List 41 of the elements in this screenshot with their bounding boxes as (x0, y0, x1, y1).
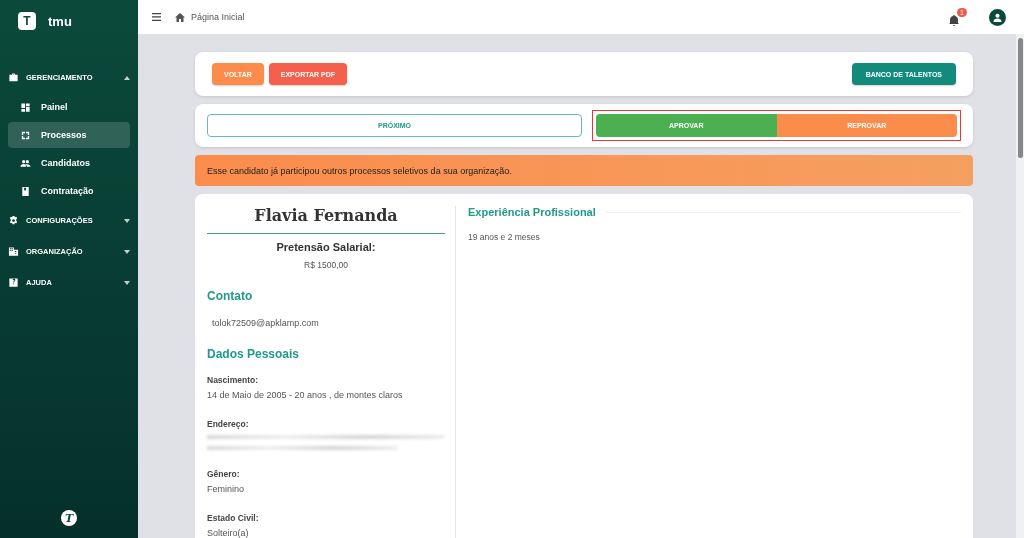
field-label: Estado Civil: (207, 513, 260, 523)
warning-alert: Esse candidato já participou outros processos seletivos da sua organização. (195, 155, 973, 186)
salary-label: Pretensão Salarial: (275, 241, 377, 253)
people-icon (20, 157, 31, 169)
sidebar-item[interactable]: Processos (8, 122, 130, 148)
field-value: Solteiro(a) (207, 528, 250, 538)
home-icon[interactable] (175, 12, 185, 22)
section-title: Experiência Profissional (468, 206, 596, 218)
section-title: Contato (207, 289, 254, 303)
breadcrumb-link[interactable]: Página Inicial (191, 12, 935, 22)
caret-icon (124, 218, 130, 223)
brand-name: tmu (48, 13, 72, 29)
scrollbar[interactable] (1016, 34, 1024, 538)
caret-icon (124, 280, 130, 285)
field-label: Nascimento: (207, 375, 259, 385)
caret-icon (124, 249, 130, 254)
field-value: Feminino (207, 484, 245, 494)
briefcase-icon (8, 72, 19, 83)
bell-icon (949, 15, 959, 26)
caret-icon (124, 75, 130, 80)
section-title: Dados Pessoais (207, 347, 301, 361)
logo-icon: T (18, 12, 36, 30)
candidate-name: Flavia Fernanda (207, 206, 445, 234)
sidebar-item[interactable]: Candidatos (8, 150, 130, 176)
sidebar-item[interactable]: Painel (8, 94, 130, 120)
building-icon (8, 246, 19, 257)
book-icon (20, 185, 31, 197)
logo-icon: T (61, 510, 77, 526)
field-label: Gênero: (207, 469, 241, 479)
salary-value: R$ 1500,00 (303, 260, 349, 270)
experience-value: 19 anos e 2 meses (468, 232, 541, 242)
field-value: 14 de Maio de 2005 - 20 anos , de montes claros (207, 390, 404, 400)
help-icon (8, 277, 19, 288)
dashboard-icon (20, 101, 31, 113)
sidebar-item[interactable]: Contratação (8, 178, 130, 204)
field-label: Endereço: (207, 419, 250, 429)
gear-icon (8, 215, 19, 226)
email-text: tolok72509@apklamp.com (212, 318, 320, 328)
cycle-icon (20, 129, 31, 141)
avatar-icon[interactable] (989, 8, 1006, 26)
menu-icon[interactable] (152, 13, 161, 21)
